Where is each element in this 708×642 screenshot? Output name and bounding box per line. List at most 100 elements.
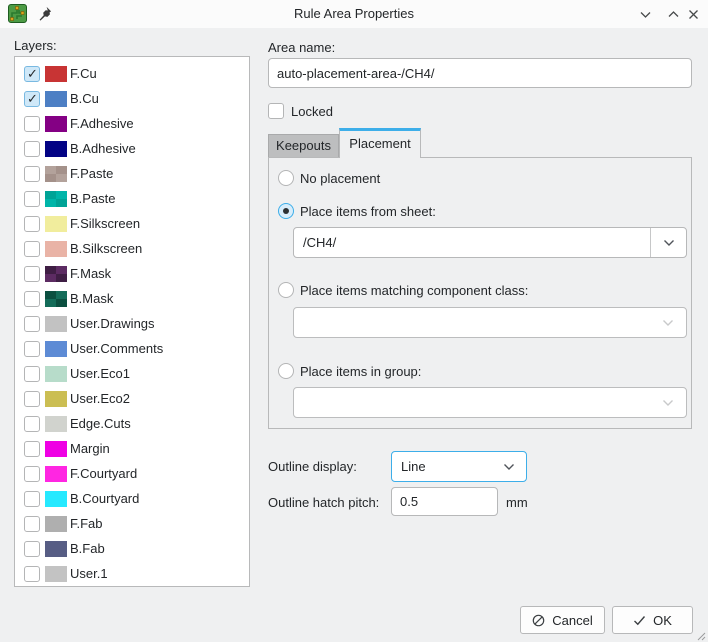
place-in-group-label: Place items in group: <box>300 364 421 379</box>
layer-color-swatch <box>45 316 67 332</box>
minimize-icon[interactable] <box>638 7 653 22</box>
layer-label: User.1 <box>70 566 108 581</box>
cancel-button[interactable]: Cancel <box>520 606 605 634</box>
layer-checkbox[interactable] <box>24 491 40 507</box>
no-placement-radio[interactable] <box>278 170 294 186</box>
layer-label: User.Eco2 <box>70 391 130 406</box>
option-no-placement[interactable]: No placement <box>278 170 380 186</box>
layer-checkbox[interactable] <box>24 441 40 457</box>
layer-row[interactable]: B.Silkscreen <box>15 236 249 261</box>
layer-row[interactable]: B.Fab <box>15 536 249 561</box>
tab-keepouts[interactable]: Keepouts <box>268 134 339 157</box>
layer-row[interactable]: B.Cu <box>15 86 249 111</box>
layer-row[interactable]: B.Paste <box>15 186 249 211</box>
place-from-sheet-radio[interactable] <box>278 203 294 219</box>
layer-color-swatch <box>45 191 67 207</box>
locked-row[interactable]: Locked <box>268 103 333 119</box>
layer-checkbox[interactable] <box>24 266 40 282</box>
no-placement-label: No placement <box>300 171 380 186</box>
layer-checkbox[interactable] <box>24 466 40 482</box>
layer-checkbox[interactable] <box>24 316 40 332</box>
layer-color-swatch <box>45 291 67 307</box>
locked-checkbox[interactable] <box>268 103 284 119</box>
option-component-class[interactable]: Place items matching component class: <box>278 282 528 298</box>
layer-color-swatch <box>45 541 67 557</box>
layer-checkbox[interactable] <box>24 366 40 382</box>
outline-display-select[interactable]: Line <box>391 451 527 482</box>
layer-checkbox[interactable] <box>24 141 40 157</box>
layer-checkbox[interactable] <box>24 391 40 407</box>
option-place-from-sheet[interactable]: Place items from sheet: <box>278 203 436 219</box>
layer-row[interactable]: F.Silkscreen <box>15 211 249 236</box>
place-in-group-radio[interactable] <box>278 363 294 379</box>
layer-label: B.Cu <box>70 91 99 106</box>
layer-checkbox[interactable] <box>24 541 40 557</box>
layer-color-swatch <box>45 516 67 532</box>
layer-color-swatch <box>45 116 67 132</box>
chevron-down-icon[interactable] <box>650 228 686 257</box>
area-name-input[interactable] <box>268 58 692 88</box>
layer-color-swatch <box>45 66 67 82</box>
layer-color-swatch <box>45 366 67 382</box>
layer-row[interactable]: F.Adhesive <box>15 111 249 136</box>
layer-label: Margin <box>70 441 110 456</box>
layer-label: User.Eco1 <box>70 366 130 381</box>
chevron-down-icon <box>492 463 526 471</box>
group-combo[interactable] <box>293 387 687 418</box>
layer-checkbox[interactable] <box>24 66 40 82</box>
layer-row[interactable]: User.Drawings <box>15 311 249 336</box>
layer-row[interactable]: F.Mask <box>15 261 249 286</box>
layer-row[interactable]: B.Courtyard <box>15 486 249 511</box>
resize-grip[interactable] <box>695 630 706 641</box>
hatch-pitch-unit: mm <box>506 495 528 510</box>
layer-row[interactable]: F.Courtyard <box>15 461 249 486</box>
layer-row[interactable]: F.Paste <box>15 161 249 186</box>
layer-checkbox[interactable] <box>24 341 40 357</box>
layer-row[interactable]: B.Mask <box>15 286 249 311</box>
sheet-combo[interactable]: /CH4/ <box>293 227 687 258</box>
ok-button[interactable]: OK <box>612 606 693 634</box>
layer-checkbox[interactable] <box>24 191 40 207</box>
layers-list[interactable]: F.Cu B.Cu F.Adhesive B.Adhesive F.Paste … <box>14 56 250 587</box>
layer-color-swatch <box>45 91 67 107</box>
layer-checkbox[interactable] <box>24 241 40 257</box>
layer-label: B.Adhesive <box>70 141 136 156</box>
layer-checkbox[interactable] <box>24 91 40 107</box>
maximize-icon[interactable] <box>666 7 681 22</box>
layer-row[interactable]: F.Fab <box>15 511 249 536</box>
layer-label: F.Mask <box>70 266 111 281</box>
layer-row[interactable]: F.Cu <box>15 61 249 86</box>
layer-label: F.Paste <box>70 166 113 181</box>
layer-row[interactable]: User.Eco2 <box>15 386 249 411</box>
layer-row[interactable]: Edge.Cuts <box>15 411 249 436</box>
layer-row[interactable]: Margin <box>15 436 249 461</box>
component-class-label: Place items matching component class: <box>300 283 528 298</box>
layer-checkbox[interactable] <box>24 416 40 432</box>
outline-hatch-pitch-input[interactable] <box>391 487 498 516</box>
layer-row[interactable]: User.1 <box>15 561 249 586</box>
layer-checkbox[interactable] <box>24 566 40 582</box>
area-name-label: Area name: <box>268 40 335 55</box>
layer-label: F.Cu <box>70 66 97 81</box>
layer-color-swatch <box>45 441 67 457</box>
layer-color-swatch <box>45 241 67 257</box>
layer-label: B.Paste <box>70 191 116 206</box>
tab-placement[interactable]: Placement <box>339 128 421 158</box>
layer-checkbox[interactable] <box>24 116 40 132</box>
check-icon <box>633 615 646 626</box>
component-class-radio[interactable] <box>278 282 294 298</box>
window-title: Rule Area Properties <box>0 0 708 28</box>
layer-checkbox[interactable] <box>24 291 40 307</box>
outline-display-value: Line <box>392 459 492 474</box>
layer-checkbox[interactable] <box>24 166 40 182</box>
component-class-combo[interactable] <box>293 307 687 338</box>
layer-row[interactable]: B.Adhesive <box>15 136 249 161</box>
layer-checkbox[interactable] <box>24 216 40 232</box>
layer-row[interactable]: User.Comments <box>15 336 249 361</box>
close-icon[interactable] <box>686 7 701 22</box>
layer-row[interactable]: User.Eco1 <box>15 361 249 386</box>
layer-label: F.Adhesive <box>70 116 134 131</box>
layer-checkbox[interactable] <box>24 516 40 532</box>
layer-color-swatch <box>45 166 67 182</box>
option-place-in-group[interactable]: Place items in group: <box>278 363 421 379</box>
